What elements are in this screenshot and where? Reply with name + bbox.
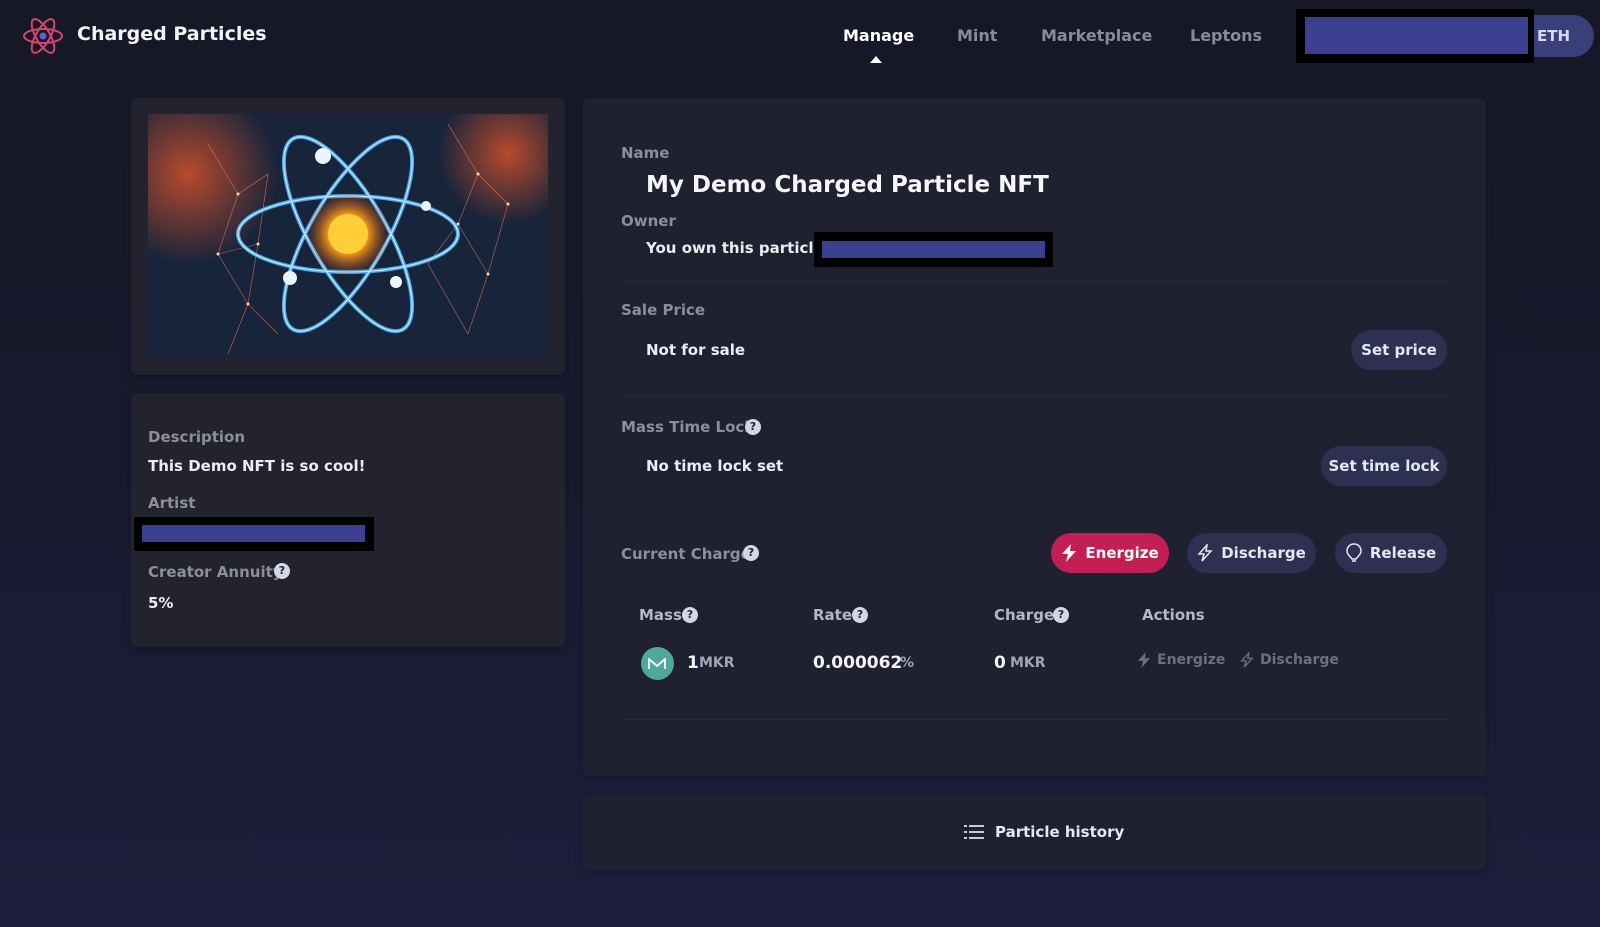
owner-label: Owner — [621, 212, 676, 230]
discharge-label: Discharge — [1221, 544, 1306, 562]
rate-value: 0.000062 — [813, 653, 903, 673]
time-lock-value: No time lock set — [646, 457, 784, 475]
atom-artwork — [148, 114, 548, 358]
description-label: Description — [148, 428, 246, 446]
row-energize-action[interactable]: Energize — [1137, 652, 1225, 668]
rate-unit: % — [900, 655, 915, 671]
help-icon[interactable]: ? — [743, 545, 759, 561]
column-header-charge: Charge — [994, 606, 1055, 624]
energize-label: Energize — [1085, 544, 1159, 562]
row-discharge-label: Discharge — [1260, 652, 1339, 668]
sale-price-value: Not for sale — [646, 341, 746, 359]
mass-time-lock-label: Mass Time Lock — [621, 418, 755, 436]
mass-unit: MKR — [699, 655, 735, 671]
release-icon — [1346, 543, 1362, 562]
owner-address-redacted — [822, 241, 1045, 258]
help-icon[interactable]: ? — [852, 607, 868, 623]
release-button[interactable]: Release — [1335, 533, 1447, 573]
help-icon[interactable]: ? — [682, 607, 698, 623]
nav-mint[interactable]: Mint — [957, 26, 997, 45]
owner-text: You own this particle : — [646, 239, 835, 257]
nft-image — [148, 114, 548, 358]
help-icon[interactable]: ? — [745, 419, 761, 435]
release-label: Release — [1369, 544, 1437, 562]
maker-token-icon — [641, 647, 674, 680]
help-icon[interactable]: ? — [274, 563, 290, 579]
nav-manage[interactable]: Manage — [843, 26, 914, 45]
column-header-actions: Actions — [1142, 606, 1205, 624]
atom-logo-icon[interactable] — [22, 16, 64, 56]
description-text: This Demo NFT is so cool! — [148, 457, 366, 475]
help-icon[interactable]: ? — [1053, 607, 1069, 623]
artist-label: Artist — [148, 494, 196, 512]
divider — [621, 719, 1449, 720]
artist-address-redacted — [142, 525, 365, 542]
mass-value: 1 — [687, 653, 699, 673]
nav-leptons[interactable]: Leptons — [1190, 26, 1262, 45]
bolt-outline-icon — [1240, 652, 1254, 668]
particle-main-card — [583, 98, 1486, 776]
set-price-label: Set price — [1361, 341, 1437, 359]
charge-value: 0 — [994, 653, 1006, 673]
particle-name: My Demo Charged Particle NFT — [646, 172, 1049, 198]
column-header-mass: Mass — [639, 606, 682, 624]
name-label: Name — [621, 144, 670, 162]
nav-marketplace[interactable]: Marketplace — [1041, 26, 1152, 45]
set-price-button[interactable]: Set price — [1351, 330, 1447, 370]
divider — [621, 281, 1449, 282]
discharge-button[interactable]: Discharge — [1187, 533, 1316, 573]
current-charge-label: Current Charge — [621, 545, 751, 563]
row-energize-label: Energize — [1157, 652, 1226, 668]
creator-annuity-value: 5% — [148, 594, 174, 612]
column-header-rate: Rate — [813, 606, 853, 624]
creator-annuity-label: Creator Annuity — [148, 563, 283, 581]
bolt-outline-icon — [1197, 544, 1213, 562]
set-time-lock-label: Set time lock — [1328, 457, 1440, 475]
wallet-address-redacted — [1305, 17, 1528, 54]
sale-price-label: Sale Price — [621, 301, 706, 319]
top-navbar: Charged Particles Manage Mint Marketplac… — [0, 0, 1600, 70]
energize-button[interactable]: Energize — [1051, 533, 1169, 573]
brand-name[interactable]: Charged Particles — [77, 23, 267, 45]
wallet-currency: ETH — [1537, 27, 1571, 45]
active-nav-indicator — [870, 56, 882, 63]
set-time-lock-button[interactable]: Set time lock — [1321, 446, 1447, 486]
list-icon — [964, 825, 984, 839]
row-discharge-action[interactable]: Discharge — [1240, 652, 1339, 668]
bolt-icon — [1062, 544, 1077, 562]
divider — [621, 396, 1449, 397]
particle-history-label: Particle history — [995, 823, 1125, 841]
charge-unit: MKR — [1010, 655, 1046, 671]
bolt-icon — [1137, 652, 1151, 668]
